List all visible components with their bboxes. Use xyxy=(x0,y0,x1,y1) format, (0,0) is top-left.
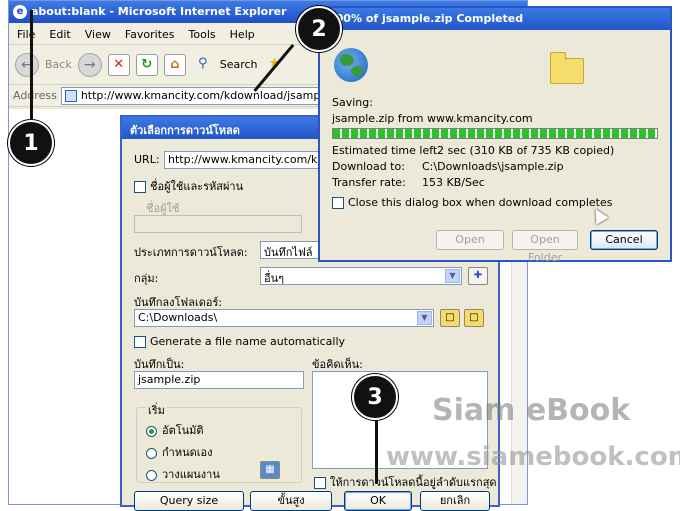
login-checkbox-label: ชื่อผู้ใช้และรหัสผ่าน xyxy=(150,180,244,193)
forward-arrow-icon[interactable]: → xyxy=(77,52,102,77)
close-when-done-row[interactable]: Close this dialog box when download comp… xyxy=(332,196,612,209)
callout-1: 1 xyxy=(8,120,54,166)
page-favicon-icon xyxy=(64,89,77,102)
download-to-value: C:\Downloads\jsample.zip xyxy=(422,160,564,173)
menu-edit[interactable]: Edit xyxy=(49,28,70,44)
download-type-select[interactable]: บันทึกไฟล์ xyxy=(260,241,320,259)
download-type-value: บันทึกไฟล์ xyxy=(264,246,313,259)
save-folder-value: C:\Downloads\ xyxy=(138,311,218,324)
chevron-down-icon[interactable]: ▼ xyxy=(445,269,460,283)
chevron-down-icon[interactable]: ▼ xyxy=(417,311,432,325)
ie-logo-icon: e xyxy=(13,5,27,19)
start-option-manual[interactable]: กำหนดเอง xyxy=(146,443,213,461)
queue-top-label: ให้การดาวน์โหลดนี้อยู่ลำดับแรกสุด xyxy=(330,476,497,489)
start-option-auto[interactable]: อัตโนมัติ xyxy=(146,421,204,439)
address-input[interactable]: http://www.kmancity.com/kdownload/jsampl… xyxy=(60,86,351,105)
radio-schedule[interactable] xyxy=(146,469,157,481)
ok-button[interactable]: OK xyxy=(344,491,412,511)
start-option-schedule[interactable]: วางแผนงาน xyxy=(146,465,220,483)
callout-3-leader xyxy=(375,414,378,484)
address-value: http://www.kmancity.com/kdownload/jsampl… xyxy=(80,89,350,102)
radio-manual[interactable] xyxy=(146,447,157,459)
start-option-manual-label: กำหนดเอง xyxy=(162,446,213,459)
close-when-done-checkbox[interactable] xyxy=(332,197,344,209)
menu-tools[interactable]: Tools xyxy=(189,28,216,44)
add-category-icon[interactable]: ✚ xyxy=(468,267,488,285)
watermark-url: www.siamebook.com xyxy=(386,442,680,472)
callout-1-leader xyxy=(30,10,33,122)
saving-file: jsample.zip from www.kmancity.com xyxy=(332,112,533,125)
folder-icon xyxy=(550,52,584,84)
download-cancel-button[interactable]: Cancel xyxy=(590,230,658,250)
schedule-icon[interactable]: ▦ xyxy=(260,461,280,479)
close-when-done-label: Close this dialog box when download comp… xyxy=(348,196,613,209)
queue-top-checkbox[interactable] xyxy=(314,477,326,489)
advanced-button[interactable]: ขั้นสูง xyxy=(250,491,332,511)
browse-folder-icon[interactable]: □ xyxy=(440,309,460,327)
username-input xyxy=(134,215,302,233)
queue-top-row[interactable]: ให้การดาวน์โหลดนี้อยู่ลำดับแรกสุด xyxy=(314,473,497,491)
saving-label: Saving: xyxy=(332,96,373,109)
start-option-auto-label: อัตโนมัติ xyxy=(162,424,204,437)
login-checkbox-row[interactable]: ชื่อผู้ใช้และรหัสผ่าน xyxy=(134,177,243,195)
query-size-button[interactable]: Query size xyxy=(134,491,244,511)
open-folder-icon[interactable]: □ xyxy=(464,309,484,327)
watermark-title: Siam eBook xyxy=(432,393,631,428)
transfer-rate-label: Transfer rate: xyxy=(332,176,406,189)
refresh-icon[interactable]: ↻ xyxy=(135,53,158,76)
start-group-label: เริ่ม xyxy=(146,401,167,419)
stop-icon[interactable]: ✕ xyxy=(107,53,130,76)
address-label: Address xyxy=(13,89,57,102)
login-checkbox[interactable] xyxy=(134,181,146,193)
download-progress-fill xyxy=(333,129,657,138)
category-select[interactable]: อื่นๆ ▼ xyxy=(260,267,462,285)
start-option-schedule-label: วางแผนงาน xyxy=(162,468,220,481)
radio-auto[interactable] xyxy=(146,425,157,437)
download-dialog-title: 100% of jsample.zip Completed xyxy=(320,8,670,30)
cancel-button[interactable]: ยกเลิก xyxy=(420,491,490,511)
menu-help[interactable]: Help xyxy=(230,28,255,44)
auto-name-row[interactable]: Generate a file name automatically xyxy=(134,335,345,348)
menu-view[interactable]: View xyxy=(85,28,111,44)
search-button-label[interactable]: Search xyxy=(220,58,258,71)
url-label: URL: xyxy=(134,153,160,166)
transfer-rate-value: 153 KB/Sec xyxy=(422,176,485,189)
category-label: กลุ่ม: xyxy=(134,272,159,285)
estimated-value: 2 sec (310 KB of 735 KB copied) xyxy=(437,144,615,157)
download-to-label: Download to: xyxy=(332,160,405,173)
category-value: อื่นๆ xyxy=(264,272,285,285)
download-progress-bar xyxy=(332,128,658,139)
ie-title-text: about:blank - Microsoft Internet Explore… xyxy=(31,5,287,18)
globe-icon xyxy=(334,48,368,82)
download-type-label: ประเภทการดาวน์โหลด: xyxy=(134,246,248,259)
open-folder-button[interactable]: Open Folder xyxy=(512,230,578,264)
search-icon[interactable]: ⚲ xyxy=(192,54,214,76)
save-as-input[interactable]: jsample.zip xyxy=(134,371,304,389)
back-arrow-icon[interactable]: ← xyxy=(15,52,39,77)
save-folder-select[interactable]: C:\Downloads\ ▼ xyxy=(134,309,434,327)
menu-favorites[interactable]: Favorites xyxy=(125,28,175,44)
open-button[interactable]: Open xyxy=(436,230,504,250)
callout-3: 3 xyxy=(352,374,398,420)
auto-name-checkbox[interactable] xyxy=(134,336,146,348)
callout-2: 2 xyxy=(296,6,342,52)
estimated-label: Estimated time left xyxy=(332,144,438,157)
auto-name-label: Generate a file name automatically xyxy=(150,335,346,348)
download-complete-dialog: 100% of jsample.zip Completed Saving: js… xyxy=(318,6,672,264)
home-icon[interactable]: ⌂ xyxy=(163,53,186,76)
back-button-label[interactable]: Back xyxy=(45,58,72,71)
